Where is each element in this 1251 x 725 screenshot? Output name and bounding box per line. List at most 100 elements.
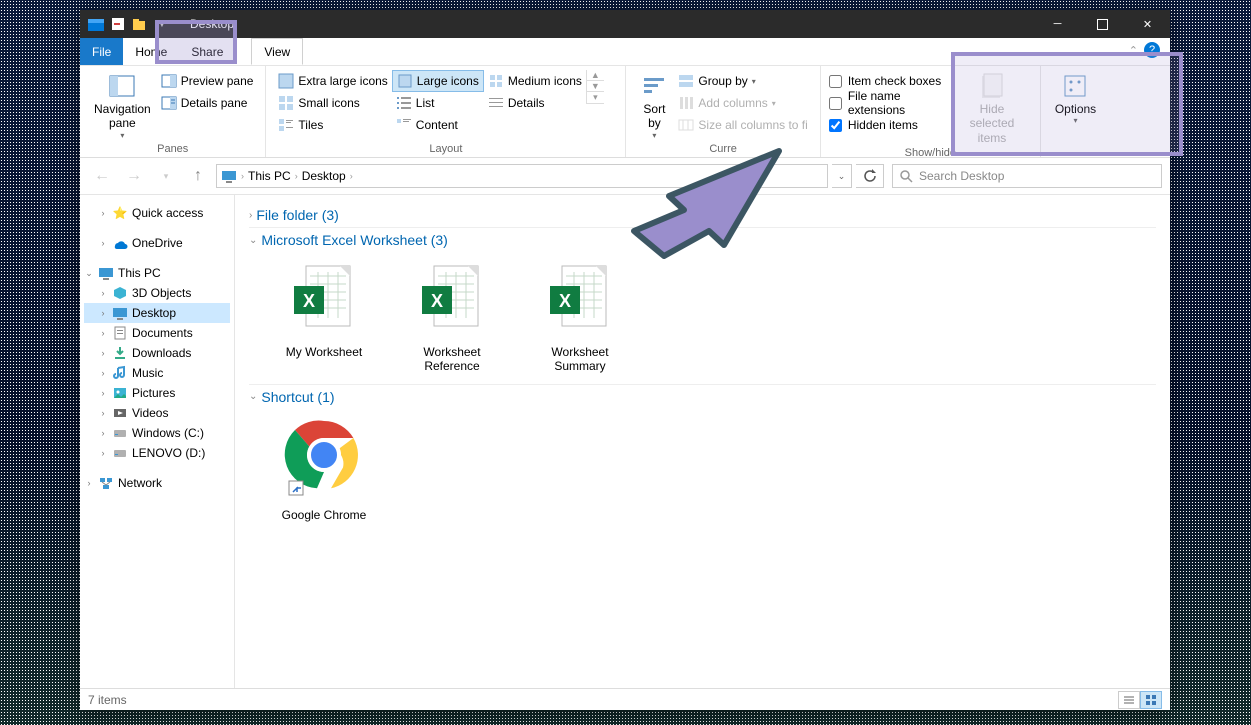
sidebar-videos[interactable]: ›Videos xyxy=(84,403,230,423)
layout-medium-icons[interactable]: Medium icons xyxy=(484,70,586,92)
address-bar[interactable]: › This PC› Desktop› xyxy=(216,164,828,188)
forward-button[interactable]: → xyxy=(120,162,148,190)
hide-selected-items-button[interactable]: Hide selected items xyxy=(952,70,1032,147)
crumb-this-pc[interactable]: This PC› xyxy=(248,169,298,183)
onedrive-icon xyxy=(112,235,128,251)
size-columns-icon xyxy=(678,117,694,133)
ribbon-tabs: File Home Share View ⌃ ? xyxy=(80,38,1170,66)
minimize-button[interactable]: ─ xyxy=(1035,10,1080,38)
sidebar-quick-access[interactable]: ›⭐Quick access xyxy=(84,203,230,223)
qat-properties-icon[interactable] xyxy=(108,14,128,34)
group-layout: Extra large icons Small icons Tiles Larg… xyxy=(266,66,626,157)
sidebar-pictures[interactable]: ›Pictures xyxy=(84,383,230,403)
search-input[interactable]: Search Desktop xyxy=(892,164,1162,188)
objects3d-icon xyxy=(112,285,128,301)
excel-file-icon: X xyxy=(540,258,620,338)
layout-tiles[interactable]: Tiles xyxy=(274,114,391,136)
sidebar-network[interactable]: ›Network xyxy=(84,473,230,493)
layout-details[interactable]: Details xyxy=(484,92,586,114)
explorer-window: ▼ Desktop ─ ✕ File Home Share View ⌃ ? N… xyxy=(80,10,1170,710)
tab-share[interactable]: Share xyxy=(179,38,235,65)
size-all-columns-button[interactable]: Size all columns to fi xyxy=(674,114,811,136)
recent-locations-button[interactable]: ▾ xyxy=(152,162,180,190)
layout-small-icons[interactable]: Small icons xyxy=(274,92,391,114)
file-item-google-chrome[interactable]: Google Chrome xyxy=(269,415,379,522)
crumb-desktop[interactable]: Desktop› xyxy=(302,169,353,183)
details-pane-icon xyxy=(161,95,177,111)
maximize-button[interactable] xyxy=(1080,10,1125,38)
group-current-view: Sort by ▾ Group by▾ Add columns▾ Size al… xyxy=(626,66,820,157)
view-details-toggle[interactable] xyxy=(1118,691,1140,709)
details-pane-button[interactable]: Details pane xyxy=(157,92,258,114)
sidebar-windows-c[interactable]: ›Windows (C:) xyxy=(84,423,230,443)
file-item-worksheet-summary[interactable]: X Worksheet Summary xyxy=(525,258,635,374)
hidden-items-checkbox[interactable]: Hidden items xyxy=(829,114,952,136)
network-icon xyxy=(98,475,114,491)
add-columns-button[interactable]: Add columns▾ xyxy=(674,92,811,114)
address-dropdown-button[interactable]: ⌄ xyxy=(832,164,852,188)
group-file-folder[interactable]: ›File folder (3) xyxy=(249,203,1156,227)
options-button[interactable]: Options ▾ xyxy=(1049,70,1102,128)
file-item-worksheet-reference[interactable]: X Worksheet Reference xyxy=(397,258,507,374)
svg-text:X: X xyxy=(431,291,443,311)
excel-file-icon: X xyxy=(284,258,364,338)
explorer-icon[interactable] xyxy=(86,14,106,34)
sidebar-3d-objects[interactable]: ›3D Objects xyxy=(84,283,230,303)
tab-file[interactable]: File xyxy=(80,38,123,65)
sidebar-this-pc[interactable]: ⌄This PC xyxy=(84,263,230,283)
group-excel[interactable]: ⌄Microsoft Excel Worksheet (3) xyxy=(249,228,1156,252)
group-show-hide: Item check boxes File name extensions Hi… xyxy=(821,66,1041,157)
sidebar-onedrive[interactable]: ›OneDrive xyxy=(84,233,230,253)
layout-extra-large-icons[interactable]: Extra large icons xyxy=(274,70,391,92)
layout-list[interactable]: List xyxy=(392,92,484,114)
excel-file-icon: X xyxy=(412,258,492,338)
group-label-layout: Layout xyxy=(274,143,617,155)
back-button[interactable]: ← xyxy=(88,162,116,190)
group-by-icon xyxy=(678,73,694,89)
sidebar-documents[interactable]: ›Documents xyxy=(84,323,230,343)
sidebar-lenovo-d[interactable]: ›LENOVO (D:) xyxy=(84,443,230,463)
preview-pane-icon xyxy=(161,73,177,89)
options-label: Options xyxy=(1055,102,1096,116)
navbar: ← → ▾ ↑ › This PC› Desktop› ⌄ Search Des… xyxy=(80,158,1170,194)
sort-by-button[interactable]: Sort by ▾ xyxy=(634,70,674,142)
navigation-pane-button[interactable]: Navigation pane ▾ xyxy=(88,70,157,142)
sidebar-music[interactable]: ›Music xyxy=(84,363,230,383)
refresh-button[interactable] xyxy=(856,164,884,188)
sidebar-downloads[interactable]: ›Downloads xyxy=(84,343,230,363)
preview-pane-button[interactable]: Preview pane xyxy=(157,70,258,92)
collapse-ribbon-icon[interactable]: ⌃ xyxy=(1129,44,1138,57)
group-shortcut[interactable]: ⌄Shortcut (1) xyxy=(249,385,1156,409)
preview-pane-label: Preview pane xyxy=(181,74,254,88)
group-panes: Navigation pane ▾ Preview pane Details p… xyxy=(80,66,266,157)
file-label: Worksheet Summary xyxy=(525,345,635,374)
qat-dropdown-icon[interactable]: ▼ xyxy=(152,14,172,34)
help-icon[interactable]: ? xyxy=(1144,42,1160,58)
close-button[interactable]: ✕ xyxy=(1125,10,1170,38)
statusbar: 7 items xyxy=(80,688,1170,710)
sidebar-desktop[interactable]: ›Desktop xyxy=(84,303,230,323)
layout-large-icons[interactable]: Large icons xyxy=(392,70,484,92)
tab-home[interactable]: Home xyxy=(123,38,179,65)
file-name-extensions-checkbox[interactable]: File name extensions xyxy=(829,92,952,114)
qat-newfolder-icon[interactable] xyxy=(130,14,150,34)
svg-text:X: X xyxy=(303,291,315,311)
quick-access-icon: ⭐ xyxy=(112,205,128,221)
layout-scroll[interactable]: ▲▼▾ xyxy=(586,70,604,104)
videos-icon xyxy=(112,405,128,421)
ribbon: Navigation pane ▾ Preview pane Details p… xyxy=(80,66,1170,158)
large-icons-icon xyxy=(397,73,413,89)
tab-view[interactable]: View xyxy=(251,38,303,65)
file-item-my-worksheet[interactable]: X My Worksheet xyxy=(269,258,379,374)
this-pc-icon xyxy=(98,265,114,281)
layout-content[interactable]: Content xyxy=(392,114,484,136)
up-button[interactable]: ↑ xyxy=(184,162,212,190)
desktop-icon xyxy=(112,305,128,321)
extra-large-icons-icon xyxy=(278,73,294,89)
svg-text:X: X xyxy=(559,291,571,311)
group-options: Options ▾ xyxy=(1041,66,1110,157)
group-by-button[interactable]: Group by▾ xyxy=(674,70,811,92)
music-icon xyxy=(112,365,128,381)
view-large-icons-toggle[interactable] xyxy=(1140,691,1162,709)
content-icon xyxy=(396,117,412,133)
